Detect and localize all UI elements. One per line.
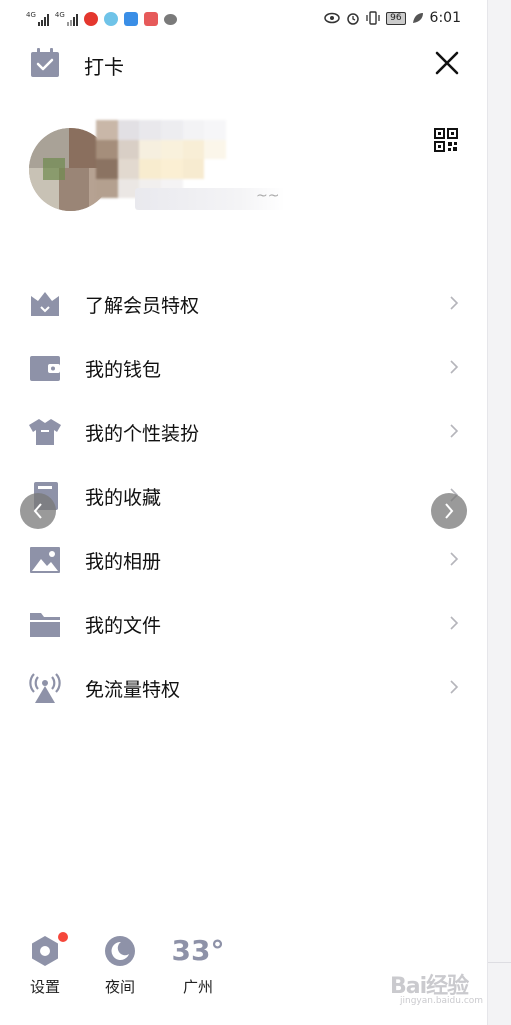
chevron-right-icon [450,616,459,630]
chevron-left-icon [33,503,42,519]
menu-item-favorites[interactable]: 我的收藏 [0,464,487,528]
menu-item-album[interactable]: 我的相册 [0,528,487,592]
status-bar: 4G 4G 96 6:01 [0,0,487,40]
eye-icon [324,12,340,24]
night-mode-button[interactable]: 夜间 [90,930,150,997]
folder-icon [30,613,60,637]
notification-app-icon [123,12,138,26]
signature-tail: ~~ [256,188,280,204]
signal-1-icon: 4G [26,12,49,26]
chevron-right-icon [450,360,459,374]
notification-app-icon [103,12,118,26]
shirt-icon [29,419,61,445]
next-image-button[interactable] [431,493,467,529]
chevron-right-icon [450,680,459,694]
photo-icon [30,547,60,573]
menu-item-files[interactable]: 我的文件 [0,592,487,656]
checkin-label[interactable]: 打卡 [84,51,124,80]
background-page-edge [487,0,511,1025]
wallet-icon [30,356,60,381]
profile-card[interactable]: ~~ [0,110,487,240]
leaf-icon [412,13,423,23]
notification-dot [58,932,68,942]
crown-icon [31,292,59,316]
menu-item-personalize[interactable]: 我的个性装扮 [0,400,487,464]
settings-label: 设置 [29,978,60,996]
header: 打卡 [0,40,487,90]
drawer-menu: 了解会员特权 我的钱包 我的个性装扮 我的收藏 我的相册 我的文件 免流量特权 [0,272,487,720]
menu-item-label: 我的钱包 [85,359,162,381]
weather-temp: 33° [171,934,225,967]
nickname-blurred [96,120,226,198]
divider [488,962,511,963]
weather-city: 广州 [182,978,213,996]
menu-item-label: 免流量特权 [85,679,181,701]
vibrate-icon [366,11,380,25]
close-icon[interactable] [432,48,462,78]
night-label: 夜间 [104,978,135,996]
calendar-check-icon[interactable] [30,48,60,78]
menu-item-label: 我的收藏 [85,487,162,509]
sim2-label: 4G [54,11,65,19]
notification-app-icon [143,12,158,26]
menu-item-label: 我的个性装扮 [85,423,200,445]
chevron-right-icon [450,552,459,566]
status-right: 96 6:01 [324,10,461,26]
chevron-right-icon [450,424,459,438]
weather-widget[interactable]: 33° 广州 [162,930,234,997]
signal-tower-icon [29,673,61,703]
sim1-label: 4G [26,11,36,19]
battery-indicator: 96 [386,11,406,25]
gear-icon [32,936,58,966]
watermark-sub: jingyan.baidu.com [400,996,484,1006]
alarm-icon [347,13,359,25]
menu-item-label: 了解会员特权 [85,295,200,317]
menu-item-vip[interactable]: 了解会员特权 [0,272,487,336]
moon-icon [105,936,135,966]
wechat-icon [163,13,177,25]
signal-2-icon: 4G [55,12,78,26]
settings-button[interactable]: 设置 [15,930,75,997]
menu-item-label: 我的文件 [85,615,162,637]
menu-item-label: 我的相册 [85,551,162,573]
menu-item-wallet[interactable]: 我的钱包 [0,336,487,400]
chevron-right-icon [445,503,454,519]
clock: 6:01 [429,10,461,26]
qr-code-icon[interactable] [434,128,458,152]
notification-app-icon [83,12,98,26]
chevron-right-icon [450,296,459,310]
previous-image-button[interactable] [20,493,56,529]
watermark: Bai经验 jingyan.baidu.com [390,968,483,1006]
menu-item-free-data[interactable]: 免流量特权 [0,656,487,720]
status-left: 4G 4G [26,12,177,26]
drawer-panel: 4G 4G 96 6:01 打卡 ~~ 了解会员特权 我的钱包 我的个性装扮 我… [0,0,487,1025]
